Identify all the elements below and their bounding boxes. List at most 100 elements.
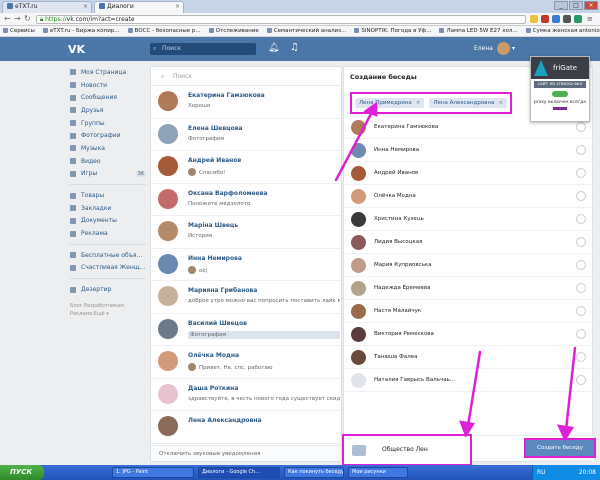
taskbar-item[interactable]: Диалоги - Google Ch... xyxy=(198,467,280,478)
footer-links[interactable]: Блог Разработчикам xyxy=(70,302,146,310)
left-menu-item[interactable]: Друзья xyxy=(70,104,146,117)
bookmark-item[interactable]: Отслеживание xyxy=(209,26,259,36)
star-icon[interactable] xyxy=(530,15,538,23)
contact-row[interactable]: Наталия Гаврысь Вальчаь... xyxy=(344,369,594,392)
sound-toggle-link[interactable]: Отключить звуковые уведомления xyxy=(151,445,341,461)
left-menu-item[interactable]: Бесплатные объя... xyxy=(70,249,146,262)
language-indicator[interactable]: RU xyxy=(537,465,546,480)
contact-row[interactable]: Виктория Ремескова xyxy=(344,323,594,346)
url-input[interactable]: 🔒︎ https://vk.com/im?act=create xyxy=(36,15,526,24)
select-checkbox[interactable] xyxy=(576,375,586,385)
window-close-button[interactable]: × xyxy=(584,1,598,10)
left-menu-item[interactable]: Счастливая Женщ... xyxy=(70,262,146,275)
dialog-row[interactable]: Даша Роткина здравствуйте, в честь нового… xyxy=(151,379,341,411)
user-name[interactable]: Елена xyxy=(474,45,493,52)
maximize-button[interactable]: □ xyxy=(569,1,583,10)
bookmark-item[interactable]: ВОСС - безопасные р... xyxy=(128,26,201,36)
select-checkbox[interactable] xyxy=(576,214,586,224)
contact-row[interactable]: Танюша Фалеа xyxy=(344,346,594,369)
footer-links[interactable]: Реклама Ещё ▾ xyxy=(70,310,146,318)
remove-chip-icon[interactable]: × xyxy=(499,100,504,106)
dialog-row[interactable]: Олёчка Модна Привет. Не, спс, работаю xyxy=(151,346,341,379)
contact-row[interactable]: Инна Немирова xyxy=(344,139,594,162)
contact-row[interactable]: Мария Куприовська xyxy=(344,254,594,277)
dialog-row[interactable]: Марiна Швець История xyxy=(151,216,341,249)
divider xyxy=(70,184,146,186)
left-menu-item[interactable]: Реклама xyxy=(70,227,146,240)
browser-tab-dialogs[interactable]: Диалоги × xyxy=(94,1,184,13)
select-checkbox[interactable] xyxy=(576,145,586,155)
minimize-button[interactable]: _ xyxy=(554,1,568,10)
music-note-icon[interactable]: ♫ xyxy=(290,42,299,53)
dialog-row[interactable]: Инна Немирова ok) xyxy=(151,249,341,281)
start-button[interactable]: ПУСК xyxy=(0,465,44,480)
dialog-row[interactable]: Василий Швецов Фотография xyxy=(151,314,341,346)
left-menu-item[interactable]: Видео xyxy=(70,155,146,168)
dialog-row[interactable]: Андрей Иванов Спасибо! xyxy=(151,151,341,184)
close-tab-icon[interactable]: × xyxy=(175,3,180,10)
left-menu-item[interactable]: Закладки xyxy=(70,202,146,215)
contact-row[interactable]: Настя Малайчук xyxy=(344,300,594,323)
left-menu-item[interactable]: Группы xyxy=(70,117,146,130)
proxy-toggle[interactable] xyxy=(552,91,568,97)
select-checkbox[interactable] xyxy=(576,168,586,178)
contact-row[interactable]: Андрей Иванов xyxy=(344,162,594,185)
close-tab-icon[interactable]: × xyxy=(83,3,88,10)
browser-tab-etxt[interactable]: eTXT.ru × xyxy=(2,1,92,13)
bookmark-item[interactable]: SINOPTIK: Погода в Уф... xyxy=(354,26,431,36)
select-checkbox[interactable] xyxy=(576,191,586,201)
contact-row[interactable]: Олёчка Модна xyxy=(344,185,594,208)
dialog-row[interactable]: Екатерина Гамзюкова Хорошо xyxy=(151,86,341,119)
taskbar-item[interactable]: Мои рисунки xyxy=(348,467,408,478)
left-menu-item[interactable]: Дезертир xyxy=(70,283,146,296)
bookmark-item[interactable]: Сервисы xyxy=(3,26,35,36)
select-checkbox[interactable] xyxy=(576,260,586,270)
taskbar-item[interactable]: Как покинуть беседу... xyxy=(284,467,344,478)
contact-row[interactable]: Надежда Еремеева xyxy=(344,277,594,300)
extension-icon[interactable] xyxy=(574,15,582,23)
reload-icon[interactable]: ↻ xyxy=(24,15,31,23)
bookmark-item[interactable]: eTXT.ru - Биржа копир... xyxy=(43,26,120,36)
dialog-row[interactable]: Елена Шевцова Фотография xyxy=(151,119,341,151)
left-menu-item[interactable]: Музыка xyxy=(70,142,146,155)
left-menu-item[interactable]: Документы xyxy=(70,215,146,228)
taskbar-item[interactable]: 1. JPG - Paint xyxy=(112,467,194,478)
left-menu-item[interactable]: Игры 36 xyxy=(70,168,146,181)
select-checkbox[interactable] xyxy=(576,352,586,362)
left-menu-item[interactable]: Сообщения xyxy=(70,91,146,104)
select-checkbox[interactable] xyxy=(576,122,586,132)
bookmark-item[interactable]: Сумка женская antonio... xyxy=(526,26,600,36)
select-checkbox[interactable] xyxy=(576,237,586,247)
camera-icon[interactable] xyxy=(352,445,366,456)
frigate-indicator xyxy=(553,107,567,110)
select-checkbox[interactable] xyxy=(576,283,586,293)
menu-icon[interactable]: ≡ xyxy=(587,15,595,23)
dialog-row[interactable]: Марияна Грибанова доброе утро можно вас п… xyxy=(151,281,341,314)
select-checkbox[interactable] xyxy=(576,329,586,339)
remove-chip-icon[interactable]: × xyxy=(416,100,421,106)
extension-icon[interactable] xyxy=(552,15,560,23)
vk-search-input[interactable]: ⌕ Поиск xyxy=(150,43,256,55)
chevron-down-icon[interactable]: ▾ xyxy=(512,45,515,52)
left-menu-item[interactable]: Фотографии xyxy=(70,129,146,142)
select-checkbox[interactable] xyxy=(576,306,586,316)
extension-icon[interactable] xyxy=(563,15,571,23)
chat-name-field[interactable]: Общество Лен xyxy=(342,434,472,466)
left-menu-item[interactable]: Новости xyxy=(70,79,146,92)
bookmark-item[interactable]: Семантический анализ... xyxy=(267,26,347,36)
vk-logo[interactable]: VK xyxy=(68,43,85,56)
contact-row[interactable]: Лидия Высоцкая xyxy=(344,231,594,254)
avatar[interactable] xyxy=(497,42,510,55)
extension-icon[interactable] xyxy=(541,15,549,23)
create-chat-button[interactable]: Создать беседу xyxy=(524,438,596,458)
notifications-bell-icon[interactable]: 🔔︎ xyxy=(268,43,279,53)
dialog-row[interactable]: Лена Александровна xyxy=(151,411,341,444)
back-arrow-icon[interactable]: ← xyxy=(4,15,11,23)
left-menu-item[interactable]: Моя Страница xyxy=(70,66,146,79)
bookmark-item[interactable]: Лампа LED 5W E27 хол... xyxy=(439,26,517,36)
contact-row[interactable]: Христина Кузець xyxy=(344,208,594,231)
left-menu-item[interactable]: Товары xyxy=(70,189,146,202)
forward-arrow-icon[interactable]: → xyxy=(14,15,21,23)
dialogs-search-input[interactable]: ⌕ Поиск xyxy=(151,67,341,86)
dialog-row[interactable]: Оксана Варфоломеева Положите медзолото xyxy=(151,184,341,216)
